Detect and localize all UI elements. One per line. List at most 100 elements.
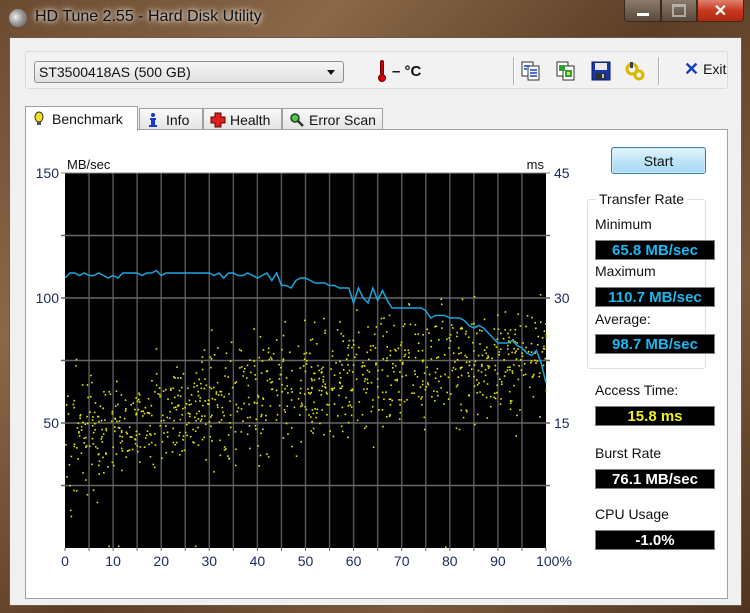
access-time-point [181,413,183,416]
access-time-point [146,430,149,432]
access-time-point [91,437,94,440]
access-time-point [301,404,304,407]
access-time-point [98,453,100,455]
access-time-point [113,464,115,467]
access-time-point [408,352,410,354]
access-time-point [200,387,203,390]
copy-screenshot-icon[interactable] [555,60,577,82]
access-time-point [210,358,213,360]
access-time-point [161,414,164,417]
access-time-point [414,373,416,376]
access-time-point [365,425,368,428]
access-time-point [526,314,529,317]
drive-select[interactable]: ST3500418AS (500 GB) [34,61,344,83]
access-time-point [347,436,349,439]
thermometer-icon [378,60,386,82]
access-time-point [370,410,373,413]
access-time-point [530,351,533,354]
access-time-point [413,370,416,372]
access-time-point [89,395,92,398]
access-time-point [183,449,186,452]
access-time-point [503,375,506,377]
access-time-point [114,430,116,433]
access-time-point [342,335,345,337]
access-time-point [317,364,319,367]
access-time-point [401,363,404,365]
access-time-point [138,393,141,396]
access-time-point [386,331,388,333]
close-button[interactable]: ✕ [697,0,744,22]
access-time-point [158,387,161,389]
access-time-point [416,376,419,378]
minimize-button[interactable] [624,0,661,22]
access-time-point [281,390,284,393]
access-time-point [248,425,251,427]
access-time-point [532,395,535,398]
access-time-point [96,447,99,450]
maximize-button[interactable] [661,0,697,22]
access-time-point [86,493,89,496]
save-icon[interactable] [590,60,612,82]
access-time-point [242,420,244,422]
access-time-point [117,545,120,548]
exit-button[interactable]: ✕ Exit [684,60,726,78]
x-tick-label: 90 [490,553,506,569]
y-tick-label-right: 45 [554,165,570,181]
access-time-point [256,402,258,404]
access-time-point [448,337,451,339]
access-time-point [111,461,114,464]
access-time-point [485,352,488,355]
access-time-point [302,365,305,367]
window-controls: ✕ [624,0,744,22]
access-time-point [435,357,438,359]
access-time-point [388,398,391,401]
access-time-point [389,403,392,406]
access-time-point [493,328,496,330]
title-bar[interactable]: HD Tune 2.55 - Hard Disk Utility ✕ [0,0,750,37]
access-time-point [537,335,540,338]
tab-benchmark[interactable]: Benchmark [25,106,138,131]
access-time-point [260,372,263,374]
access-time-point [513,384,515,387]
access-time-point [200,418,203,421]
access-time-point [304,405,307,408]
options-icon[interactable] [624,60,646,82]
access-time-point [486,357,488,360]
access-time-point [163,419,165,422]
access-time-point [404,323,406,325]
access-time-point [460,374,463,377]
x-tick-label: 80 [442,553,458,569]
access-time-point [186,423,188,426]
access-time-point [431,396,433,398]
access-time-point [210,329,213,331]
access-time-point [421,349,424,352]
access-time-point [181,450,183,452]
tab-info[interactable]: Info [139,108,203,130]
copy-text-icon[interactable] [520,60,542,82]
access-time-point [216,381,219,384]
access-time-point [324,332,326,334]
tab-error-scan[interactable]: Error Scan [282,108,383,130]
access-time-point [193,386,195,388]
access-time-point [102,407,104,410]
access-time-point [275,419,278,421]
access-time-point [473,423,476,426]
access-time-point [119,441,122,444]
access-time-point [483,349,486,351]
access-time-point [192,428,194,431]
access-time-point [94,428,96,431]
access-time-point [349,404,352,406]
access-time-point [69,509,72,512]
access-time-point [497,314,499,316]
access-time-point [518,365,520,367]
tab-health[interactable]: Health [203,108,282,130]
access-time-point [422,380,424,383]
start-button[interactable]: Start [611,147,706,174]
benchmark-chart: MB/sec ms 50 100 150 15 30 45 0 10 20 30 40 50 60 70 80 9… [36,157,572,569]
access-time-point [419,386,422,388]
access-time-point [281,383,283,386]
access-time-point [310,416,312,418]
access-time-point [457,347,460,349]
access-time-point [509,369,511,371]
access-time-point [148,412,151,415]
